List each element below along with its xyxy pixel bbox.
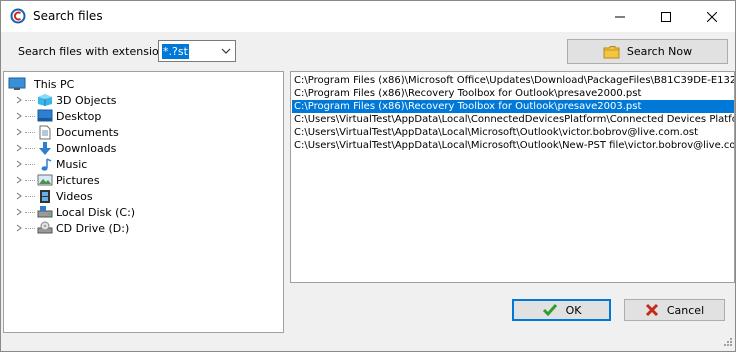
maximize-button[interactable]: [643, 1, 689, 32]
pictures-icon: [36, 172, 54, 188]
expand-chevron-icon[interactable]: [14, 92, 24, 108]
desktop-icon: [36, 108, 54, 124]
tree-item-label: Local Disk (C:): [56, 205, 136, 219]
close-button[interactable]: [689, 1, 735, 32]
minimize-icon: [615, 16, 625, 17]
music-icon: [36, 156, 54, 172]
tree-root-label: This PC: [34, 77, 75, 91]
cd-drive-icon: [36, 220, 54, 236]
tree-item-label: Music: [56, 157, 88, 171]
videos-icon: [36, 188, 54, 204]
tree-item-music[interactable]: Music: [14, 156, 87, 172]
expand-chevron-icon[interactable]: [14, 204, 24, 220]
cancel-x-icon: [645, 303, 658, 317]
tree-item-label: Pictures: [56, 173, 100, 187]
tree-item-downloads[interactable]: Downloads: [14, 140, 116, 156]
expand-chevron-icon[interactable]: [14, 140, 24, 156]
tree-item-label: CD Drive (D:): [56, 221, 130, 235]
search-files-dialog: Search files Search files with extension…: [0, 0, 736, 352]
window-title: Search files: [33, 9, 103, 23]
tree-item-documents[interactable]: Documents: [14, 124, 119, 140]
tree-item-label: 3D Objects: [56, 93, 117, 107]
tree-item-label: Documents: [56, 125, 119, 139]
folder-search-icon: [603, 45, 620, 58]
result-row[interactable]: C:\Users\VirtualTest\AppData\Local\Micro…: [292, 126, 734, 139]
result-row[interactable]: C:\Users\VirtualTest\AppData\Local\Micro…: [292, 139, 734, 152]
result-row-selected[interactable]: C:\Program Files (x86)\Recovery Toolbox …: [292, 100, 734, 113]
right-pane: C:\Program Files (x86)\Microsoft Office\…: [290, 71, 735, 333]
result-row[interactable]: C:\Program Files (x86)\Microsoft Office\…: [292, 74, 734, 87]
tree-item-cd-drive[interactable]: CD Drive (D:): [14, 220, 129, 236]
tree-item-3d-objects[interactable]: 3D Objects: [14, 92, 117, 108]
expand-chevron-icon[interactable]: [14, 220, 24, 236]
local-disk-icon: [36, 204, 54, 220]
tree-item-label: Downloads: [56, 141, 117, 155]
result-row[interactable]: C:\Users\VirtualTest\AppData\Local\Conne…: [292, 113, 734, 126]
extension-value[interactable]: *.?st: [162, 44, 189, 59]
tree-item-videos[interactable]: Videos: [14, 188, 93, 204]
maximize-icon: [661, 11, 671, 22]
tree-root-this-pc[interactable]: This PC: [8, 76, 74, 92]
downloads-icon: [36, 140, 54, 156]
expand-chevron-icon[interactable]: [14, 108, 24, 124]
close-icon: [707, 11, 717, 22]
search-now-button[interactable]: Search Now: [567, 39, 728, 64]
expand-chevron-icon[interactable]: [14, 188, 24, 204]
tree-item-local-disk[interactable]: Local Disk (C:): [14, 204, 135, 220]
tree-item-label: Desktop: [56, 109, 102, 123]
search-now-label: Search Now: [626, 45, 693, 58]
extension-label: Search files with extension:: [18, 45, 170, 58]
dialog-buttons: OK Cancel: [290, 283, 735, 333]
folder-tree[interactable]: This PC 3D Objects Desktop Documents Dow…: [3, 71, 284, 333]
tree-item-desktop[interactable]: Desktop: [14, 108, 101, 124]
documents-icon: [36, 124, 54, 140]
tree-item-pictures[interactable]: Pictures: [14, 172, 100, 188]
cancel-label: Cancel: [666, 303, 705, 317]
expand-chevron-icon[interactable]: [14, 172, 24, 188]
chevron-down-icon[interactable]: [221, 47, 231, 55]
app-icon: [10, 8, 26, 24]
expand-chevron-icon[interactable]: [14, 124, 24, 140]
ok-label: OK: [565, 303, 582, 317]
ok-button[interactable]: OK: [512, 299, 611, 321]
3d-objects-icon: [36, 92, 54, 108]
checkmark-icon: [542, 304, 557, 317]
cancel-button[interactable]: Cancel: [624, 299, 725, 321]
result-row[interactable]: C:\Program Files (x86)\Recovery Toolbox …: [292, 87, 734, 100]
status-bar: [1, 333, 735, 351]
title-bar[interactable]: Search files: [1, 1, 735, 32]
tree-item-label: Videos: [56, 189, 93, 203]
results-list[interactable]: C:\Program Files (x86)\Microsoft Office\…: [290, 71, 735, 283]
this-pc-icon: [8, 77, 26, 90]
extension-combobox[interactable]: *.?st: [158, 40, 236, 62]
resize-grip-icon[interactable]: [721, 337, 733, 349]
expand-chevron-icon[interactable]: [14, 156, 24, 172]
minimize-button[interactable]: [597, 1, 643, 32]
